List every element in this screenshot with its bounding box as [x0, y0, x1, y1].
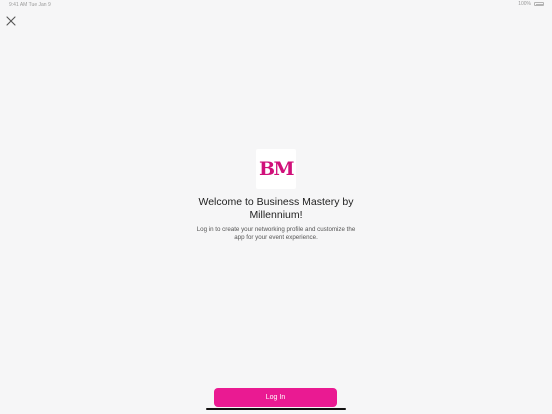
login-button[interactable]: Log In	[214, 388, 337, 407]
battery-percentage: 100%	[518, 1, 531, 7]
status-time: 9:41 AM	[9, 2, 28, 8]
close-button[interactable]	[4, 14, 18, 28]
login-button-label: Log In	[265, 394, 286, 401]
status-bar: 9:41 AM Tue Jan 9 100%	[0, 0, 552, 10]
close-icon	[6, 16, 16, 26]
welcome-subtitle: Log in to create your networking profile…	[196, 226, 356, 241]
status-time-date: 9:41 AM Tue Jan 9	[9, 2, 51, 8]
welcome-title: Welcome to Business Mastery by Millenniu…	[198, 196, 354, 221]
status-date: Tue Jan 9	[28, 2, 51, 8]
logo-text: BM	[258, 158, 295, 180]
status-right: 100%	[518, 1, 544, 7]
battery-icon	[534, 2, 544, 6]
home-indicator[interactable]	[206, 408, 346, 410]
app-logo: BM	[256, 149, 296, 189]
battery-fill	[536, 3, 543, 6]
